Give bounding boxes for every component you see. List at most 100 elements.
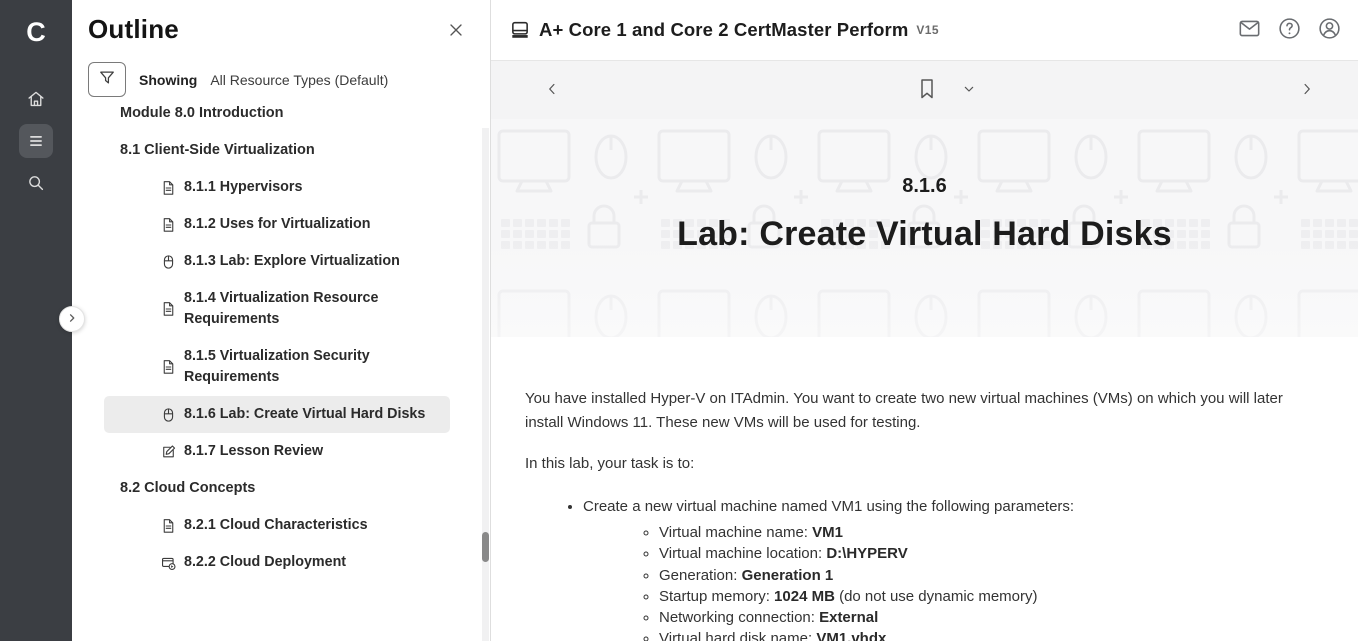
- section-number: 8.1.6: [491, 175, 1358, 198]
- lab-scenario: You have installed Hyper-V on ITAdmin. Y…: [491, 337, 1341, 641]
- parameter-value: VM1: [812, 524, 843, 541]
- lesson-review-icon: [160, 443, 177, 461]
- parameter-value: 1024 MB: [774, 588, 835, 605]
- panel-expand-button[interactable]: [59, 306, 85, 332]
- outline-item-label: 8.1.3 Lab: Explore Virtualization: [184, 251, 400, 272]
- parameter-label: Generation:: [659, 567, 742, 584]
- parameter-label: Networking connection:: [659, 609, 819, 626]
- outline-item-label: 8.1.2 Uses for Virtualization: [184, 214, 370, 235]
- parameter-value: VM1.vhdx: [816, 630, 886, 641]
- outline-item[interactable]: 8.1.5 Virtualization Security Requiremen…: [104, 338, 450, 396]
- outline-item[interactable]: Module 8.0 Introduction: [104, 105, 450, 132]
- chevron-right-icon: [1298, 80, 1316, 101]
- outline-item-label: Module 8.0 Introduction: [120, 105, 284, 124]
- close-icon: [446, 28, 466, 43]
- outline-item[interactable]: 8.2.1 Cloud Characteristics: [104, 507, 450, 544]
- parameter-list: Virtual machine name: VM1 Virtual machin…: [583, 522, 1301, 641]
- bookmark-menu-button[interactable]: [957, 77, 981, 104]
- outline-item[interactable]: 8.1 Client-Side Virtualization: [104, 132, 450, 169]
- comptia-logo: C: [26, 10, 46, 54]
- main-area: A+ Core 1 and Core 2 CertMaster Perform …: [491, 0, 1358, 641]
- task-item-lead: Create a new virtual machine named VM1 u…: [583, 498, 1074, 515]
- parameter-value: External: [819, 609, 878, 626]
- help-icon: [1277, 16, 1302, 44]
- next-page-button[interactable]: [1294, 76, 1320, 105]
- account-icon: [1317, 16, 1342, 44]
- outline-item-label: 8.2 Cloud Concepts: [120, 478, 255, 499]
- lab-mouse-icon: [160, 253, 177, 271]
- outline-item[interactable]: 8.2 Cloud Concepts: [104, 470, 450, 507]
- lab-mouse-icon: [160, 406, 177, 424]
- outline-panel: Outline Showing All Resource Types (Defa…: [72, 0, 491, 641]
- parameter-item: Startup memory: 1024 MB (do not use dyna…: [659, 586, 1301, 607]
- chevron-down-icon: [961, 81, 977, 100]
- outline-item-label: 8.1.7 Lesson Review: [184, 441, 323, 462]
- version-badge: V15: [916, 23, 939, 37]
- document-icon: [160, 517, 177, 535]
- chevron-left-icon: [543, 80, 561, 101]
- course-icon: [509, 19, 531, 41]
- search-button[interactable]: [19, 166, 53, 200]
- document-icon: [160, 179, 177, 197]
- close-outline-button[interactable]: [446, 20, 466, 43]
- outline-scrollbar-thumb[interactable]: [482, 532, 489, 562]
- outline-item-label: 8.1 Client-Side Virtualization: [120, 140, 315, 161]
- document-icon: [160, 358, 177, 376]
- outline-item[interactable]: 8.1.4 Virtualization Resource Requiremen…: [104, 280, 450, 338]
- outline-scrollbar-track: [482, 128, 489, 641]
- messages-button[interactable]: [1237, 16, 1262, 44]
- account-button[interactable]: [1317, 16, 1342, 44]
- outline-item-label: 8.1.6 Lab: Create Virtual Hard Disks: [184, 404, 425, 425]
- video-icon: [160, 554, 177, 572]
- parameter-value: D:\HYPERV: [826, 545, 907, 562]
- outline-item-label: 8.2.1 Cloud Characteristics: [184, 515, 368, 536]
- parameter-item: Generation: Generation 1: [659, 565, 1301, 586]
- parameter-label: Virtual hard disk name:: [659, 630, 816, 641]
- outline-item[interactable]: 8.2.3 Common Cloud Deployment: [104, 581, 450, 582]
- outline-title: Outline: [88, 14, 179, 45]
- outline-item[interactable]: 8.1.6 Lab: Create Virtual Hard Disks: [104, 396, 450, 433]
- showing-label: Showing: [139, 72, 197, 88]
- outline-list: Module 8.0 Introduction: [72, 105, 490, 582]
- lesson-hero: 8.1.6 Lab: Create Virtual Hard Disks: [491, 119, 1358, 337]
- page-title: Lab: Create Virtual Hard Disks: [491, 215, 1358, 254]
- previous-page-button[interactable]: [539, 76, 565, 105]
- bookmark-icon: [915, 76, 939, 105]
- parameter-value: Generation 1: [742, 567, 834, 584]
- parameter-suffix: (do not use dynamic memory): [835, 588, 1038, 605]
- outline-item-label: 8.1.4 Virtualization Resource Requiremen…: [184, 288, 444, 330]
- outline-item[interactable]: 8.1.3 Lab: Explore Virtualization: [104, 243, 450, 280]
- outline-item[interactable]: 8.1.2 Uses for Virtualization: [104, 206, 450, 243]
- document-icon: [160, 216, 177, 234]
- filter-button[interactable]: [88, 62, 126, 97]
- outline-toggle-button[interactable]: [19, 124, 53, 158]
- outline-item-label: 8.1.5 Virtualization Security Requiremen…: [184, 346, 444, 388]
- outline-item[interactable]: 8.2.2 Cloud Deployment: [104, 544, 450, 581]
- help-button[interactable]: [1277, 16, 1302, 44]
- filter-value: All Resource Types (Default): [210, 72, 388, 88]
- document-icon: [160, 300, 177, 318]
- parameter-label: Virtual machine location:: [659, 545, 826, 562]
- course-header: A+ Core 1 and Core 2 CertMaster Perform …: [491, 0, 1358, 61]
- task-item: Create a new virtual machine named VM1 u…: [583, 496, 1301, 641]
- course-title: A+ Core 1 and Core 2 CertMaster Perform: [539, 19, 908, 41]
- lesson-content: 8.1.6 Lab: Create Virtual Hard Disks You…: [491, 119, 1358, 641]
- chevron-right-icon: [65, 311, 79, 328]
- outline-item-label: 8.1.1 Hypervisors: [184, 177, 302, 198]
- parameter-item: Virtual machine location: D:\HYPERV: [659, 543, 1301, 564]
- outline-item-label: 8.2.2 Cloud Deployment: [184, 552, 346, 573]
- parameter-item: Virtual hard disk name: VM1.vhdx: [659, 628, 1301, 641]
- home-button[interactable]: [19, 82, 53, 116]
- outline-item[interactable]: 8.1.1 Hypervisors: [104, 169, 450, 206]
- mail-icon: [1237, 16, 1262, 44]
- bookmark-button[interactable]: [911, 72, 943, 109]
- app-window: C: [0, 0, 1358, 641]
- parameter-label: Startup memory:: [659, 588, 774, 605]
- filter-funnel-icon: [97, 68, 117, 91]
- parameter-item: Virtual machine name: VM1: [659, 522, 1301, 543]
- parameter-item: Networking connection: External: [659, 607, 1301, 628]
- list-icon: [25, 130, 47, 152]
- lesson-toolbar: [491, 61, 1358, 119]
- search-icon: [25, 172, 47, 194]
- outline-item[interactable]: 8.1.7 Lesson Review: [104, 433, 450, 470]
